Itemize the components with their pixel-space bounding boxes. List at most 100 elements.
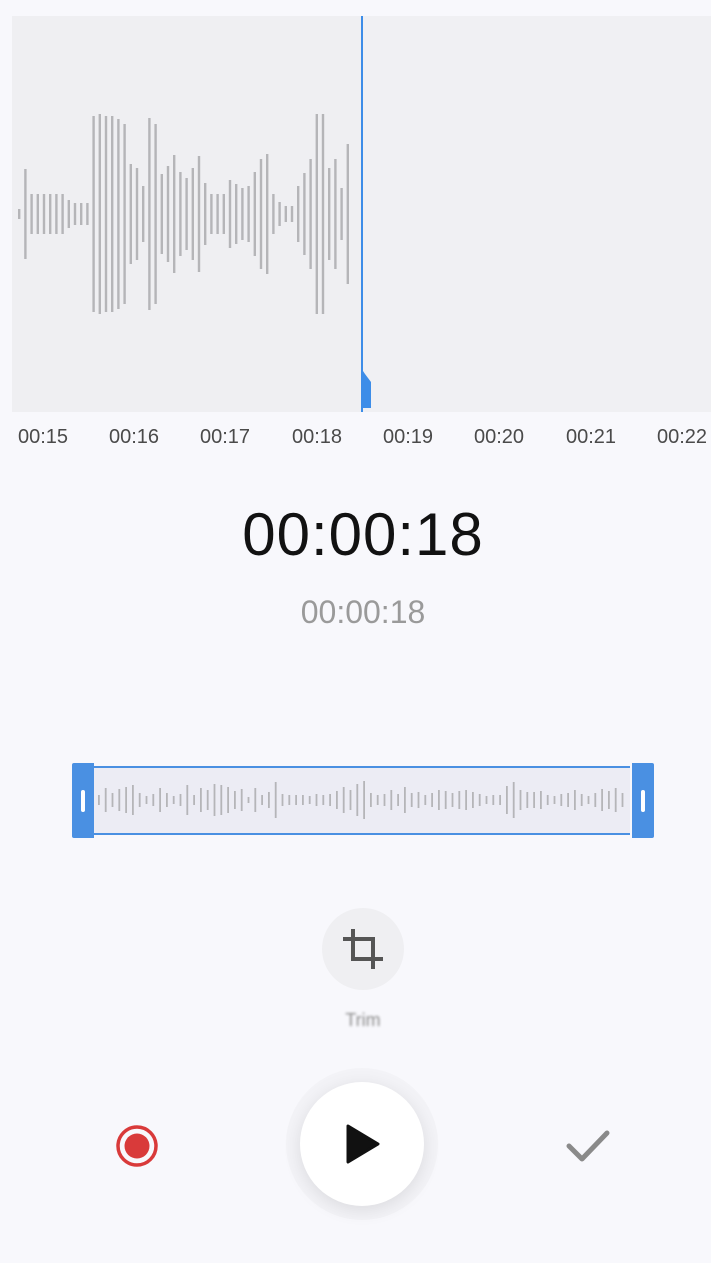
mini-waveform-bar	[383, 794, 386, 806]
record-button[interactable]	[113, 1122, 161, 1170]
mini-waveform	[98, 781, 624, 819]
mini-waveform-bar	[410, 793, 413, 807]
mini-waveform-bar	[431, 793, 433, 807]
waveform-bar	[104, 116, 108, 312]
mini-waveform-bar	[540, 791, 542, 809]
check-icon	[566, 1130, 610, 1162]
waveform-bar	[49, 194, 52, 234]
mini-waveform-bar	[261, 795, 263, 805]
waveform-bar	[222, 194, 225, 234]
waveform-bar	[18, 209, 21, 219]
mini-waveform-bar	[492, 795, 495, 805]
waveform-bar	[247, 186, 250, 242]
waveform-bar	[321, 114, 325, 314]
mini-waveform-bar	[247, 797, 250, 803]
mini-waveform-bar	[111, 793, 114, 807]
mini-waveform-bar	[281, 794, 284, 806]
waveform-bar	[111, 116, 114, 312]
mini-waveform-bar	[533, 792, 535, 808]
mini-waveform-bar	[485, 796, 488, 804]
playhead[interactable]	[361, 16, 363, 412]
trim-button[interactable]	[322, 908, 404, 990]
mini-waveform-bar	[458, 791, 461, 809]
waveform-bar	[272, 194, 275, 234]
waveform-bar	[284, 206, 287, 222]
waveform-bar	[123, 124, 126, 304]
trim-start-handle[interactable]	[72, 763, 94, 838]
mini-waveform-bar	[438, 790, 440, 810]
waveform-bar	[24, 169, 27, 259]
mini-waveform-bar	[193, 795, 195, 805]
waveform-bar	[334, 159, 337, 269]
playhead-handle[interactable]	[361, 368, 371, 408]
waveform-bar	[92, 116, 95, 312]
waveform-bar	[67, 200, 70, 228]
waveform-bar	[148, 118, 151, 310]
mini-waveform-bar	[397, 794, 399, 806]
timeline-ruler: 00:15 00:16 00:17 00:18 00:19 00:20 00:2…	[0, 414, 711, 460]
record-icon	[116, 1125, 158, 1167]
mini-waveform-bar	[152, 794, 155, 806]
waveform-bar	[290, 206, 294, 222]
waveform-bar	[253, 172, 256, 256]
waveform-bar	[328, 168, 331, 260]
mini-waveform-bar	[546, 795, 549, 805]
waveform-bar	[197, 156, 201, 272]
waveform-bar	[135, 168, 139, 260]
mini-waveform-bar	[621, 793, 624, 807]
waveform-view[interactable]	[12, 16, 711, 412]
mini-waveform-bar	[580, 794, 583, 806]
waveform-bar	[80, 203, 83, 225]
mini-waveform-bar	[465, 790, 467, 810]
mini-waveform-bar	[220, 785, 223, 815]
mini-waveform-bar	[227, 787, 229, 813]
mini-waveform-bar	[417, 792, 420, 808]
mini-waveform-bar	[349, 790, 352, 810]
mini-waveform-bar	[376, 795, 379, 805]
waveform-bar	[340, 188, 343, 240]
mini-waveform-bar	[118, 789, 121, 811]
mini-waveform-bar	[308, 796, 311, 804]
done-button[interactable]	[562, 1122, 614, 1170]
grip-icon	[81, 790, 85, 812]
mini-waveform-bar	[186, 785, 189, 815]
mini-waveform-bar	[594, 793, 597, 807]
tick-label: 00:15	[18, 426, 69, 448]
current-time: 00:00:18	[242, 501, 484, 568]
waveform-bar	[55, 194, 58, 234]
tick-label: 00:20	[474, 426, 525, 448]
play-button[interactable]	[300, 1082, 424, 1206]
mini-waveform-bar	[234, 791, 236, 809]
mini-waveform-bar	[614, 788, 617, 812]
mini-waveform-bar	[172, 796, 175, 804]
play-icon	[346, 1124, 380, 1164]
waveform-bar	[228, 180, 232, 248]
tick-label: 00:22	[657, 426, 708, 448]
mini-waveform-bar	[390, 790, 393, 810]
mini-waveform-bar	[356, 784, 359, 816]
waveform-bar	[98, 114, 101, 314]
tick-label: 00:16	[109, 426, 160, 448]
mini-waveform-bar	[200, 788, 202, 812]
mini-waveform-bar	[240, 789, 243, 811]
tick-label: 00:18	[292, 426, 343, 448]
waveform-bar	[241, 188, 244, 240]
tick-label: 00:21	[566, 426, 617, 448]
trim-label: Trim	[345, 1010, 381, 1030]
mini-waveform-bar	[274, 782, 277, 818]
mini-waveform-bar	[98, 795, 100, 805]
waveform-bar	[36, 194, 39, 234]
crop-icon	[343, 929, 383, 969]
mini-waveform-bar	[560, 794, 563, 806]
mini-waveform-bar	[138, 793, 141, 807]
tick-label: 00:19	[383, 426, 434, 448]
waveform-bar	[42, 194, 46, 234]
waveform-bar	[61, 194, 64, 234]
mini-waveform-bar	[451, 793, 454, 807]
mini-waveform-bar	[444, 791, 447, 809]
waveform-bar	[297, 186, 300, 242]
trim-range-selector[interactable]	[72, 763, 654, 838]
mini-waveform-bar	[574, 790, 576, 810]
mini-waveform-bar	[159, 788, 161, 812]
trim-end-handle[interactable]	[632, 763, 654, 838]
